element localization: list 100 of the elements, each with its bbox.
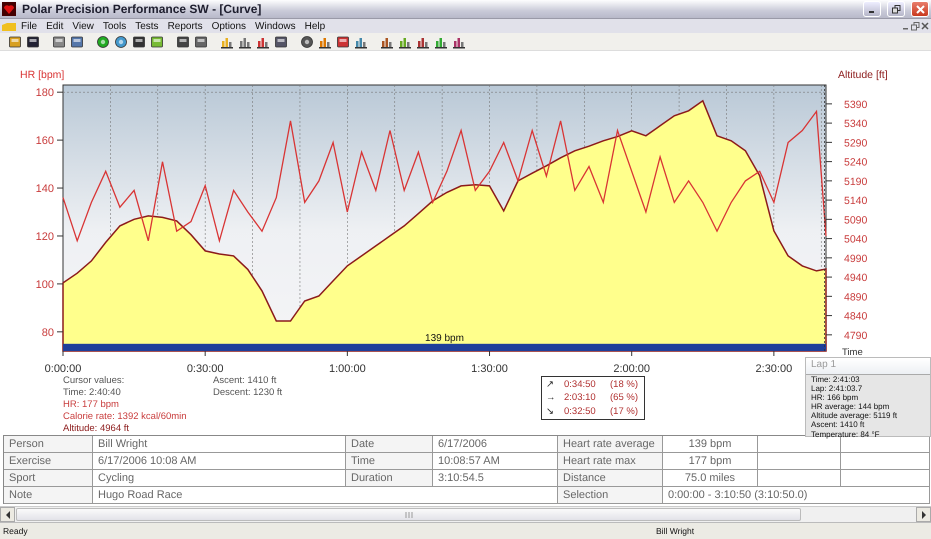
y2-tick-label: 5290 [844,137,868,150]
lap-detail: HR average: 144 bpm [810,402,890,412]
horizontal-scrollbar[interactable] [0,506,931,522]
child-close-icon[interactable] [921,22,929,30]
cursor-value: Altitude: 4964 ft [63,423,130,435]
x-tick-label: 2:00:00 [613,363,650,375]
y-tick: 140 [36,183,64,196]
cursor-value: Cursor values: [63,375,126,387]
app-icon [2,2,16,16]
menu-item[interactable]: File [17,20,42,32]
direction-icon: ↗ [546,378,564,392]
table-label: Sport [4,470,93,487]
y2-tick: 5090 [826,214,868,226]
y2-tick: 5390 [826,98,868,111]
x-tick: 2:30:00 [756,350,792,373]
cursor-value: Time: 2:40:40 [63,387,122,399]
y2-tick: 5140 [826,195,868,208]
table-cell: 6/17/2006 [433,436,558,453]
y2-tick-label: 5240 [844,156,868,169]
zone-time: 2:03:10 [564,391,597,404]
direction-icon: ↘ [546,404,564,418]
popup-title: Lap 1 [806,358,930,375]
y2-tick-label: 4990 [844,252,868,265]
y2-tick: 4890 [826,291,868,304]
table-cell: 177 bpm [663,453,758,470]
menu-item[interactable]: Help [300,20,330,32]
table-cell: 6/17/2006 10:08 AM [93,453,346,470]
lap-detail: Temperature: 84 °F [810,430,881,439]
y-tick-label: 180 [36,87,54,100]
direction-icon: → [546,391,564,404]
x-tick: 1:30:00 [471,350,508,373]
menu-item[interactable]: Tests [131,20,163,32]
cursor-value: HR: 177 bpm [63,399,120,411]
close-button[interactable] [911,1,929,17]
table-label: Note [4,487,93,504]
lap-detail: Altitude average: 5119 ft [810,411,898,420]
y2-tick: 5340 [826,118,868,130]
x-tick: 2:00:00 [613,350,650,373]
table-cell: 75.0 miles [663,470,758,487]
table-label: Heart rate max [558,453,663,470]
y2-tick: 5040 [826,234,868,246]
y2-tick-label: 4940 [844,272,868,284]
elevation-value: Descent: 1230 ft [213,387,284,399]
minimize-button[interactable] [863,1,881,17]
table-cell: 10:08:57 AM [433,453,558,470]
menu-item[interactable]: Tools [98,20,130,32]
y-tick-label: 80 [42,326,54,339]
right-arrow-icon [920,510,926,518]
lap-detail: Lap: 2:41:03.7 [810,384,864,394]
scroll-left-button[interactable] [0,507,15,522]
zone-percent: (18 %) [610,378,639,392]
x-tick-label: 2:30:00 [756,363,792,375]
table-cell: 139 bpm [663,436,758,453]
table-cell: 0:00:00 - 3:10:50 (3:10:50.0) [663,487,930,504]
x-tick-label: 1:30:00 [471,363,508,375]
y2-tick: 4940 [826,272,868,284]
status-user: Bill Wright [655,526,696,536]
average-label: 139 bpm [425,333,464,344]
y2-tick-label: 5340 [844,118,868,130]
table-label: Duration [346,470,433,487]
table-label: Date [346,436,433,453]
menu-item[interactable]: Windows [251,20,300,32]
y2-tick: 5290 [826,137,868,150]
restore-button[interactable] [887,1,905,17]
table-label: Time [346,453,433,470]
y2-tick: 5240 [826,156,868,169]
y2-tick: 4840 [826,310,868,323]
child-restore-icon[interactable] [911,22,920,30]
y-tick-label: 160 [36,135,54,148]
x-axis-title: Time [842,347,863,358]
y2-tick: 4990 [826,252,868,265]
y-tick: 80 [42,326,64,339]
zone-time: 0:34:50 [564,378,597,392]
table-cell: Bill Wright [93,436,346,453]
scroll-thumb[interactable] [16,508,801,521]
x-tick-label: 0:00:00 [44,363,82,375]
scroll-right-button[interactable] [916,507,931,522]
y-tick-label: 140 [36,183,54,196]
lap-detail: HR: 166 bpm [810,393,860,402]
y2-tick-label: 5390 [844,98,868,111]
menu-item[interactable]: Reports [164,20,207,32]
close-icon [916,4,924,14]
x-tick: 0:00:00 [44,350,82,373]
menu-item[interactable]: Edit [42,20,68,32]
y2-tick-label: 5090 [844,214,868,226]
menu-item[interactable]: View [68,20,98,32]
y-tick: 120 [36,230,64,243]
y-axis-title: HR [bpm] [20,69,64,81]
y2-tick-label: 4890 [844,291,868,304]
x-tick-label: 0:30:00 [186,363,224,375]
y2-tick-label: 5190 [844,176,868,188]
y2-tick: 4790 [826,330,868,342]
table-cell: 3:10:54.5 [433,470,558,487]
zone-time: 0:32:50 [564,404,597,418]
y-tick: 160 [36,135,64,148]
y2-axis-title: Altitude [ft] [838,69,888,81]
y-tick: 180 [36,87,64,100]
zone-percent: (65 %) [610,391,639,404]
y-tick-label: 100 [36,278,54,291]
menu-item[interactable]: Options [208,20,250,32]
